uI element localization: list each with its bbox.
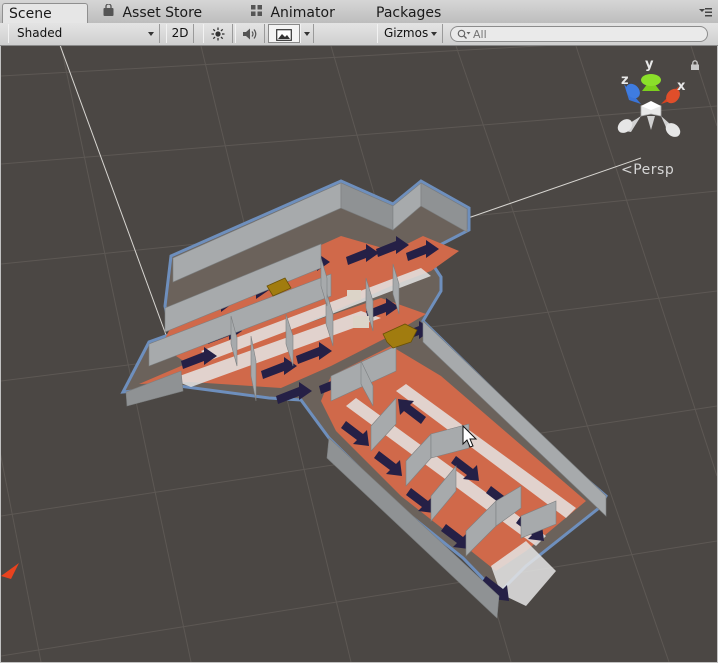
chevron-down-icon (304, 32, 310, 36)
tab-asset-store-label: Asset Store (122, 5, 203, 21)
tab-scene-label: Scene (9, 6, 52, 22)
audio-toggle-button[interactable] (235, 24, 265, 43)
scene-toolbar: Shaded 2D Gizmos (0, 23, 718, 46)
shading-mode-dropdown[interactable]: Shaded (8, 24, 160, 43)
gizmos-label: Gizmos (384, 26, 429, 40)
search-input[interactable] (473, 27, 693, 41)
offscreen-axis-marker (1, 563, 19, 579)
gizmos-dropdown[interactable]: Gizmos (377, 24, 443, 43)
scene-canvas[interactable]: y x z (1, 46, 717, 662)
search-icon (457, 29, 471, 40)
shopping-bag-icon (102, 3, 115, 23)
tab-bar: Scene Asset Store Animator Packages (0, 0, 718, 24)
orientation-gizmo[interactable]: y x z (615, 57, 686, 140)
tab-asset-store[interactable]: Asset Store (96, 3, 208, 23)
tab-packages-label: Packages (376, 5, 442, 21)
scene-window: Scene Asset Store Animator Packages Shad… (0, 0, 718, 663)
projection-label: Persp (633, 162, 675, 178)
toggle-2d-button[interactable]: 2D (166, 24, 194, 43)
animator-grid-icon (250, 3, 263, 23)
tab-menu-icon[interactable] (698, 6, 712, 18)
chevron-left-icon: < (621, 162, 634, 178)
sun-icon (211, 26, 225, 40)
tab-animator-label: Animator (270, 5, 335, 21)
tab-scene[interactable]: Scene (2, 3, 88, 24)
tab-animator[interactable]: Animator (244, 3, 341, 23)
gizmo-label-x: x (677, 79, 686, 94)
lock-icon[interactable] (690, 60, 700, 70)
gizmo-label-y: y (645, 57, 654, 72)
tab-packages[interactable]: Packages (370, 3, 447, 23)
effects-dropdown[interactable] (300, 24, 314, 43)
hierarchy-search[interactable] (450, 26, 708, 42)
chevron-down-icon (431, 32, 437, 36)
chevron-down-icon (148, 32, 154, 36)
scene-viewport[interactable]: y x z <Persp (1, 46, 717, 662)
projection-toggle[interactable]: <Persp (621, 162, 674, 178)
image-icon (276, 27, 292, 41)
effects-toggle-button[interactable] (268, 24, 300, 43)
gizmo-label-z: z (621, 73, 629, 88)
lighting-toggle-button[interactable] (203, 24, 233, 43)
level-model (120, 179, 608, 619)
shading-mode-label: Shaded (17, 26, 63, 40)
toggle-2d-label: 2D (171, 26, 189, 40)
speaker-icon (242, 26, 258, 40)
